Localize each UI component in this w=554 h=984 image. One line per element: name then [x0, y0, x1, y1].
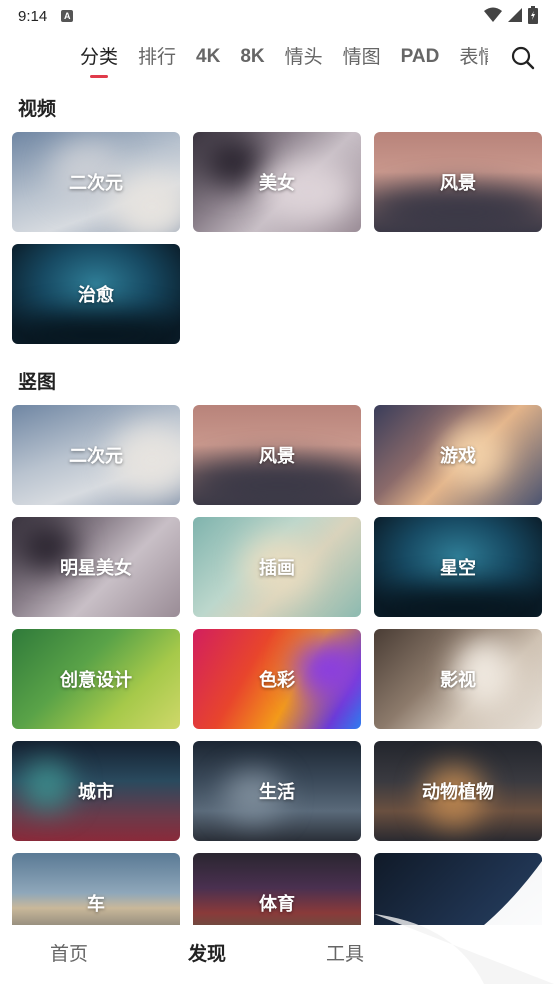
portrait-tile-landscape[interactable]: 风景: [193, 405, 361, 505]
tab-biaoqing[interactable]: 表情: [459, 38, 488, 76]
video-tile-landscape[interactable]: 风景: [374, 132, 542, 232]
page-curl-decoration: [364, 844, 554, 984]
tab-4k[interactable]: 4K: [196, 38, 220, 76]
portrait-tile-illustration[interactable]: 插画: [193, 517, 361, 617]
tab-fenlei[interactable]: 分类: [80, 38, 118, 78]
portrait-tile-anime[interactable]: 二次元: [12, 405, 180, 505]
tile-label: 车: [87, 894, 105, 915]
nav-home[interactable]: 首页: [0, 925, 138, 984]
tile-label: 影视: [440, 670, 476, 691]
video-tile-beauty[interactable]: 美女: [193, 132, 361, 232]
status-bar: 9:14 A: [0, 0, 554, 32]
wifi-icon: [484, 7, 502, 22]
tab-qingtou[interactable]: 情头: [285, 38, 323, 76]
tile-label: 动物植物: [422, 782, 494, 803]
tab-pad[interactable]: PAD: [401, 38, 440, 76]
tile-label: 风景: [259, 446, 295, 467]
tile-label: 二次元: [69, 446, 123, 467]
section-title-portrait: 竖图: [18, 371, 57, 393]
tile-label: 明星美女: [60, 558, 132, 579]
category-tabs: 分类 排行 4K 8K 情头 情图 PAD 表情: [0, 38, 554, 80]
video-tile-healing[interactable]: 治愈: [12, 244, 180, 344]
portrait-tile-color[interactable]: 色彩: [193, 629, 361, 729]
portrait-tile-city[interactable]: 城市: [12, 741, 180, 841]
battery-icon: [528, 6, 538, 24]
tile-label: 美女: [259, 173, 295, 194]
tile-label: 色彩: [259, 670, 295, 691]
tile-label: 风景: [440, 173, 476, 194]
tile-label: 星空: [440, 558, 476, 579]
tile-label: 体育: [259, 894, 295, 915]
tile-label: 二次元: [69, 173, 123, 194]
tile-label: 游戏: [440, 446, 476, 467]
portrait-tile-starry[interactable]: 星空: [374, 517, 542, 617]
tile-label: 生活: [259, 782, 295, 803]
search-icon[interactable]: [510, 45, 536, 71]
signal-icon: [508, 8, 522, 22]
section-title-video: 视频: [18, 98, 57, 120]
portrait-tile-life[interactable]: 生活: [193, 741, 361, 841]
tabs-scroll[interactable]: 分类 排行 4K 8K 情头 情图 PAD 表情: [70, 38, 488, 80]
tab-8k[interactable]: 8K: [240, 38, 264, 76]
video-tile-anime[interactable]: 二次元: [12, 132, 180, 232]
tile-label: 治愈: [78, 285, 114, 306]
portrait-tile-film[interactable]: 影视: [374, 629, 542, 729]
tab-paihang[interactable]: 排行: [138, 38, 176, 76]
tab-qingtu[interactable]: 情图: [343, 38, 381, 76]
tile-label: 创意设计: [60, 670, 132, 691]
status-icons: [484, 6, 538, 24]
nav-discover[interactable]: 发现: [138, 925, 276, 984]
portrait-tile-creative[interactable]: 创意设计: [12, 629, 180, 729]
portrait-tile-animal-plant[interactable]: 动物植物: [374, 741, 542, 841]
notification-icon: A: [61, 10, 74, 22]
status-time: 9:14: [18, 7, 48, 25]
tile-label: 城市: [78, 782, 114, 803]
portrait-tile-game[interactable]: 游戏: [374, 405, 542, 505]
tile-label: 插画: [259, 558, 295, 579]
portrait-tile-celebrity[interactable]: 明星美女: [12, 517, 180, 617]
